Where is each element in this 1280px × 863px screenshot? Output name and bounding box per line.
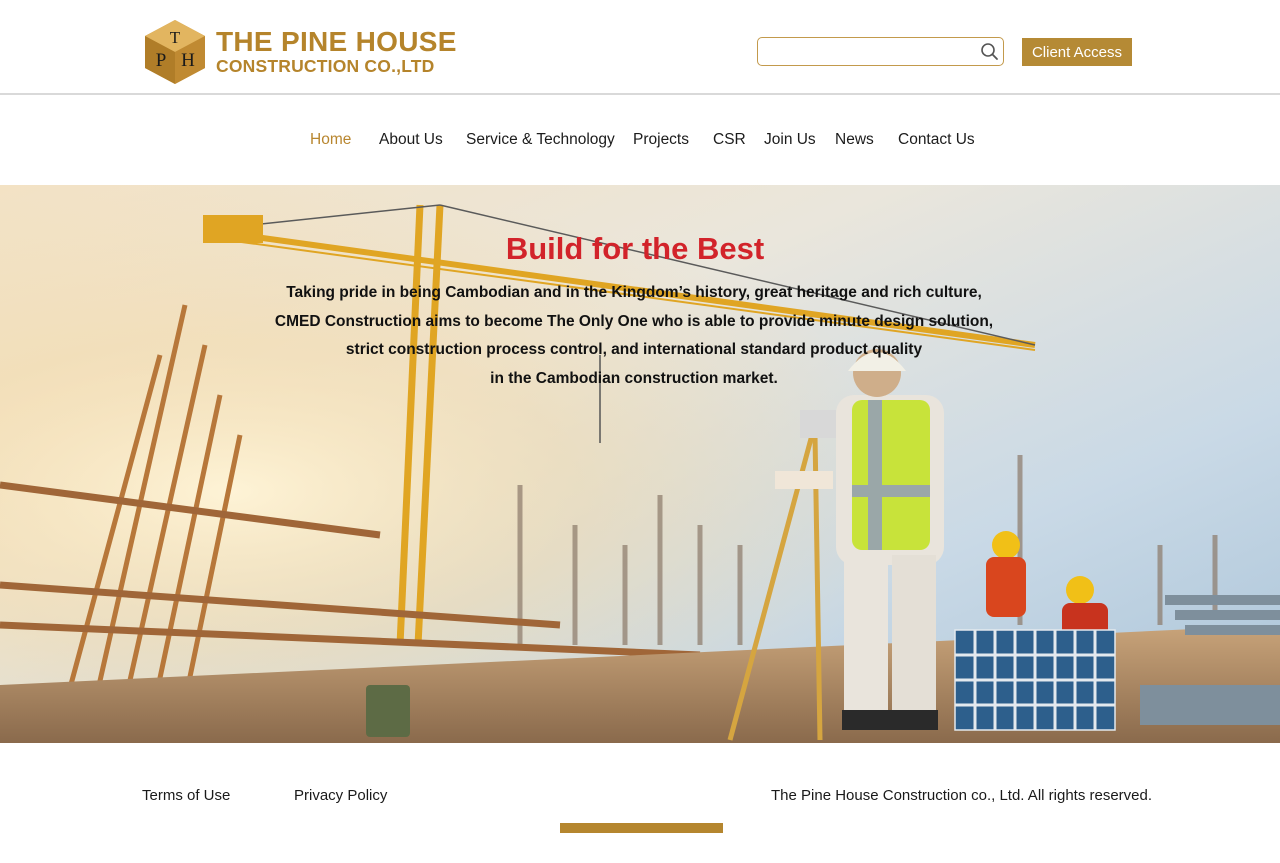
site-header: T P H THE PINE HOUSE CONSTRUCTION CO.,LT…: [0, 0, 1280, 95]
search-box: [757, 37, 1004, 66]
nav-item-projects[interactable]: Projects: [633, 131, 689, 149]
logo-cube-icon: T P H: [145, 20, 205, 84]
brand-name: THE PINE HOUSE CONSTRUCTION CO.,LTD: [216, 28, 457, 76]
search-icon[interactable]: [979, 41, 999, 61]
hero-construction-image: [0, 185, 1280, 743]
nav-item-about-us[interactable]: About Us: [379, 131, 443, 149]
footer-accent-bar: [560, 823, 723, 833]
nav-item-csr[interactable]: CSR: [713, 131, 746, 149]
brand-name-line2: CONSTRUCTION CO.,LTD: [216, 56, 435, 77]
client-access-button[interactable]: Client Access: [1022, 38, 1132, 66]
nav-item-join-us[interactable]: Join Us: [764, 131, 816, 149]
hero-line: Taking pride in being Cambodian and in t…: [286, 284, 982, 301]
nav-item-contact-us[interactable]: Contact Us: [898, 131, 975, 149]
brand-logo[interactable]: T P H THE PINE HOUSE CONSTRUCTION CO.,LT…: [142, 18, 457, 86]
terms-of-use-link[interactable]: Terms of Use: [142, 787, 230, 804]
search-input[interactable]: [766, 41, 971, 61]
nav-item-home[interactable]: Home: [310, 131, 351, 149]
hero-line: CMED Construction aims to become The Onl…: [274, 312, 994, 330]
brand-name-line1: THE PINE HOUSE: [216, 26, 457, 58]
hero-description: Taking pride in being Cambodian and in t…: [0, 279, 1268, 393]
svg-text:H: H: [181, 50, 195, 71]
hero-title: Build for the Best: [505, 231, 765, 266]
nav-item-news[interactable]: News: [835, 131, 874, 149]
hero-line: strict construction process control, and…: [345, 341, 923, 358]
nav-item-service-technology[interactable]: Service & Technology: [466, 131, 615, 149]
main-navigation: Home About Us Service & Technology Proje…: [0, 97, 1280, 185]
privacy-policy-link[interactable]: Privacy Policy: [294, 787, 387, 804]
hero-line: in the Cambodian construction market.: [490, 369, 778, 387]
copyright-text: The Pine House Construction co., Ltd. Al…: [771, 787, 1153, 804]
svg-text:P: P: [156, 50, 167, 71]
svg-text:T: T: [170, 28, 181, 47]
hero-banner: Build for the Best Taking pride in being…: [0, 185, 1280, 743]
